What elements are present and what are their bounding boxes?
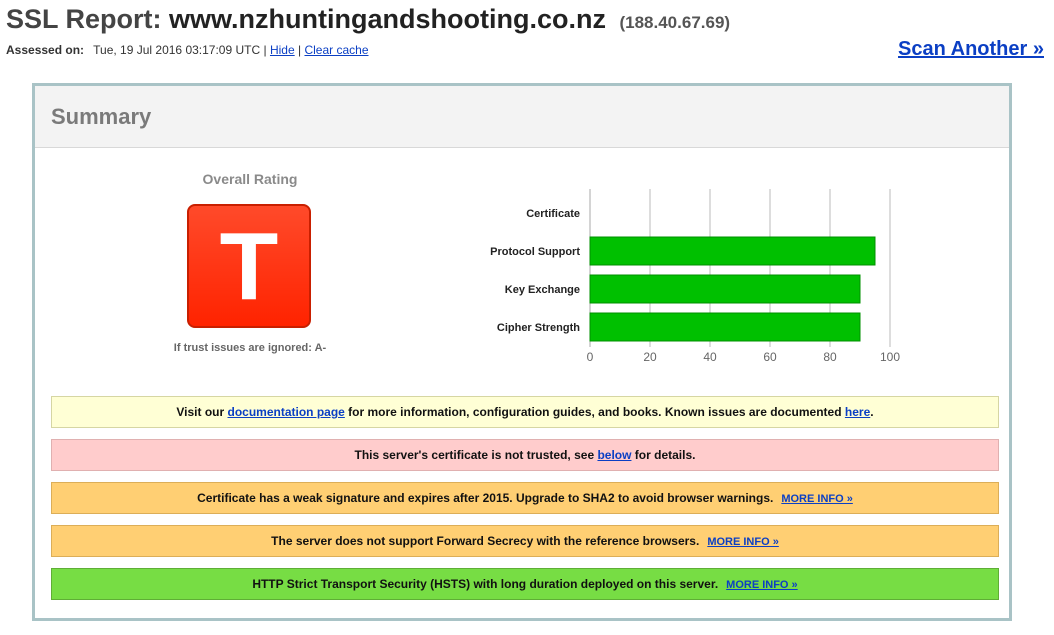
tick-label: 40 — [703, 350, 717, 364]
grade-letter: T — [219, 213, 279, 320]
known-issues-link[interactable]: here — [845, 405, 870, 419]
report-title: SSL Report: www.nzhuntingandshooting.co.… — [6, 4, 730, 35]
message-text: The server does not support Forward Secr… — [271, 534, 779, 548]
below-link[interactable]: below — [597, 448, 631, 462]
message-green: HTTP Strict Transport Security (HSTS) wi… — [51, 568, 999, 600]
tick-label: 60 — [763, 350, 777, 364]
tick-label: 100 — [880, 350, 900, 364]
message-body: HTTP Strict Transport Security (HSTS) wi… — [252, 577, 719, 591]
message-orange: Certificate has a weak signature and exp… — [51, 482, 999, 514]
report-title-prefix: SSL Report: — [6, 4, 162, 34]
score-bar — [589, 312, 861, 342]
score-bar — [589, 274, 861, 304]
message-text: HTTP Strict Transport Security (HSTS) wi… — [252, 577, 797, 591]
report-ip: (188.40.67.69) — [619, 13, 731, 32]
more-info-link[interactable]: MORE INFO » — [707, 536, 779, 548]
message-body: Certificate has a weak signature and exp… — [197, 491, 774, 505]
assessed-line: Assessed on: Tue, 19 Jul 2016 03:17:09 U… — [6, 43, 369, 57]
report-hostname: www.nzhuntingandshooting.co.nz — [169, 4, 606, 34]
message-text: This server's certificate is not trusted… — [354, 448, 696, 462]
separator: | — [263, 43, 267, 57]
category-label: Certificate — [526, 208, 580, 220]
assessed-label: Assessed on: — [6, 43, 85, 57]
category-label: Cipher Strength — [497, 322, 580, 334]
tick-label: 20 — [643, 350, 657, 364]
trust-note: If trust issues are ignored: A- — [173, 342, 327, 354]
more-info-link[interactable]: MORE INFO » — [726, 579, 798, 591]
separator: | — [298, 43, 302, 57]
message-body: The server does not support Forward Secr… — [271, 534, 700, 548]
clear-cache-link[interactable]: Clear cache — [304, 43, 368, 57]
message-text: Visit our documentation page for more in… — [176, 405, 874, 419]
rating-chart: 0 20 40 60 80 100 Certificate Protocol Support K… — [465, 186, 905, 376]
score-bar — [589, 236, 876, 266]
message-red: This server's certificate is not trusted… — [51, 439, 999, 471]
category-label: Protocol Support — [490, 246, 580, 258]
summary-title: Summary — [51, 104, 152, 129]
message-orange: The server does not support Forward Secr… — [51, 525, 999, 557]
summary-panel: Summary Overall Rating T If trust issues… — [32, 83, 1012, 621]
tick-label: 80 — [823, 350, 837, 364]
scan-another-link[interactable]: Scan Another » — [898, 38, 1044, 61]
more-info-link[interactable]: MORE INFO » — [781, 493, 853, 505]
grade-badge: T — [187, 204, 311, 328]
category-label: Key Exchange — [505, 284, 580, 296]
tick-label: 0 — [587, 350, 594, 364]
hide-link[interactable]: Hide — [270, 43, 295, 57]
rating-chart-svg: 0 20 40 60 80 100 Certificate Protocol Support K… — [490, 189, 900, 364]
summary-header: Summary — [35, 86, 1009, 148]
documentation-link[interactable]: documentation page — [228, 405, 345, 419]
message-text: Certificate has a weak signature and exp… — [197, 491, 853, 505]
assessed-date: Tue, 19 Jul 2016 03:17:09 UTC — [93, 43, 261, 57]
message-yellow: Visit our documentation page for more in… — [51, 396, 999, 428]
overall-rating-label: Overall Rating — [202, 171, 298, 187]
